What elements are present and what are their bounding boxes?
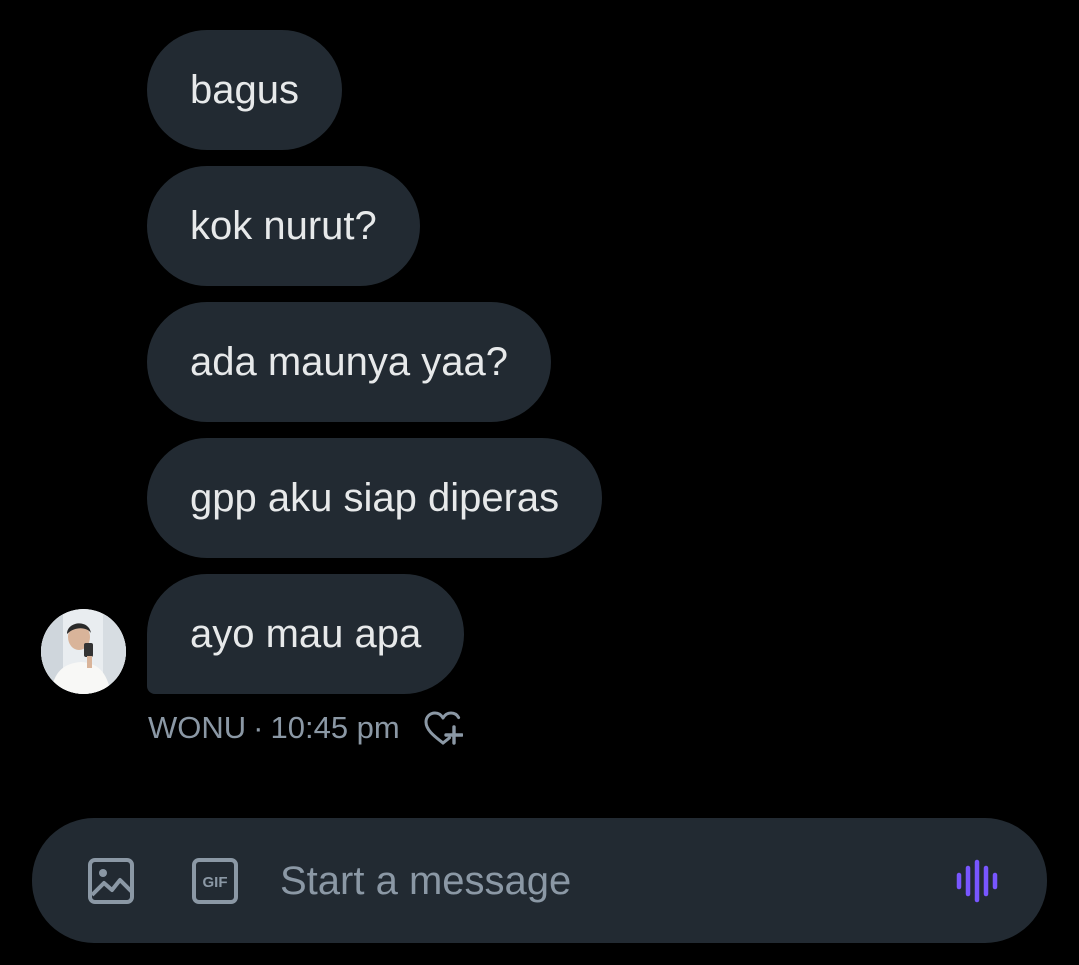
message-bubble[interactable]: ada maunya yaa?	[147, 302, 552, 422]
voice-wave-icon[interactable]	[955, 856, 1005, 906]
message-meta: WONU · 10:45 pm	[148, 707, 464, 749]
message-bubble[interactable]: ayo mau apa	[147, 574, 465, 694]
message-thread: bagus kok nurut? ada maunya yaa? gpp aku…	[0, 0, 1079, 800]
message-text: kok nurut?	[190, 204, 377, 248]
gif-label: GIF	[203, 874, 228, 891]
sender-name: WONU	[148, 710, 247, 745]
message-bubble[interactable]: kok nurut?	[147, 166, 420, 286]
message-text: ada maunya yaa?	[190, 340, 509, 384]
gif-button[interactable]: GIF	[190, 856, 240, 906]
avatar[interactable]	[41, 609, 126, 694]
heart-plus-icon[interactable]	[422, 707, 464, 749]
message-text: bagus	[190, 68, 299, 112]
message-text: gpp aku siap diperas	[190, 476, 560, 520]
message-time: 10:45 pm	[270, 710, 400, 745]
message-composer: GIF Start a message	[32, 818, 1047, 943]
gif-icon: GIF	[192, 858, 238, 904]
message-bubble[interactable]: bagus	[147, 30, 342, 150]
message-input[interactable]: Start a message	[280, 856, 571, 906]
message-text: ayo mau apa	[190, 612, 422, 656]
avatar-photo	[41, 609, 126, 694]
image-icon[interactable]	[86, 856, 136, 906]
message-bubble[interactable]: gpp aku siap diperas	[147, 438, 603, 558]
meta-separator: ·	[253, 710, 264, 745]
